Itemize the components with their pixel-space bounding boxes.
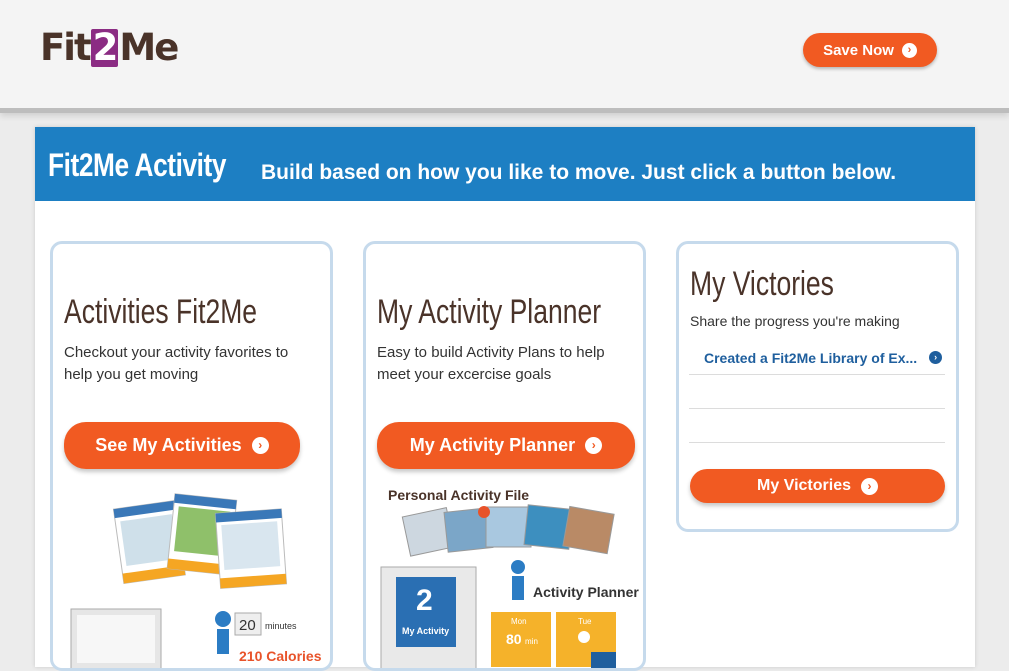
top-bar: Fit 2 Me Save Now › — [0, 0, 1009, 113]
chevron-right-icon: › — [901, 42, 917, 58]
save-now-button[interactable]: Save Now › — [803, 33, 937, 67]
day2-label: Tue — [578, 617, 592, 626]
chevron-right-icon: › — [585, 437, 603, 454]
my-victories-button[interactable]: My Victories › — [690, 469, 945, 503]
calories-label: 210 Calories — [239, 648, 322, 664]
victories-list: Created a Fit2Me Library of Ex... › — [689, 341, 945, 443]
save-now-label: Save Now — [823, 41, 894, 59]
activities-card-description: Checkout your activity favorites to help… — [64, 344, 289, 383]
activities-illustration: 20 minutes 210 Calories — [70, 493, 322, 668]
day1-value: 80 — [506, 631, 522, 647]
activity-planner-illustration: Personal Activity File 2 My Activity Act… — [380, 487, 639, 668]
stepper-unit: minutes — [265, 621, 297, 631]
panel-header: Fit2Me Activity Build based on how you l… — [35, 127, 975, 201]
activity-planner-card: My Activity Planner Easy to build Activi… — [363, 241, 646, 671]
chevron-right-icon: › — [929, 351, 943, 364]
folder-number: 2 — [416, 584, 433, 617]
victories-card-title: My Victories — [690, 265, 834, 303]
see-my-activities-label: See My Activities — [95, 435, 242, 455]
chevron-right-icon: › — [251, 437, 269, 454]
day1-unit: min — [525, 637, 538, 646]
activities-card: Activities Fit2Me Checkout your activity… — [50, 241, 333, 671]
activity-planner-card-description: Easy to build Activity Plans to help mee… — [377, 344, 605, 383]
see-my-activities-button[interactable]: See My Activities › — [64, 422, 300, 469]
victories-card: My Victories Share the progress you're m… — [676, 241, 959, 532]
stepper-value: 20 — [239, 617, 256, 634]
activity-planner-label: Activity Planner — [533, 584, 639, 600]
my-activity-planner-label: My Activity Planner — [409, 435, 576, 455]
my-activity-planner-button[interactable]: My Activity Planner › — [377, 422, 635, 469]
victory-item[interactable]: Created a Fit2Me Library of Ex... › — [689, 341, 945, 375]
panel-title: Fit2Me Activity — [48, 147, 227, 183]
victory-item-label: Created a Fit2Me Library of Ex... — [704, 349, 918, 366]
activity-panel: Fit2Me Activity Build based on how you l… — [35, 127, 975, 671]
chevron-right-icon: › — [860, 477, 878, 495]
activities-card-title: Activities Fit2Me — [64, 293, 258, 331]
victory-item — [689, 409, 945, 443]
victory-item — [689, 375, 945, 409]
logo-suffix: Me — [119, 26, 179, 69]
my-victories-label: My Victories — [757, 477, 851, 494]
folder-label: My Activity — [402, 626, 449, 636]
activity-planner-card-title: My Activity Planner — [377, 293, 602, 331]
fit2me-logo[interactable]: Fit 2 Me — [40, 25, 179, 69]
day1-label: Mon — [511, 617, 527, 626]
logo-number: 2 — [90, 25, 119, 69]
panel-subtitle: Build based on how you like to move. Jus… — [261, 161, 897, 184]
personal-activity-file-label: Personal Activity File — [388, 487, 529, 503]
logo-prefix: Fit — [40, 26, 92, 69]
victories-card-description: Share the progress you're making — [690, 313, 900, 329]
